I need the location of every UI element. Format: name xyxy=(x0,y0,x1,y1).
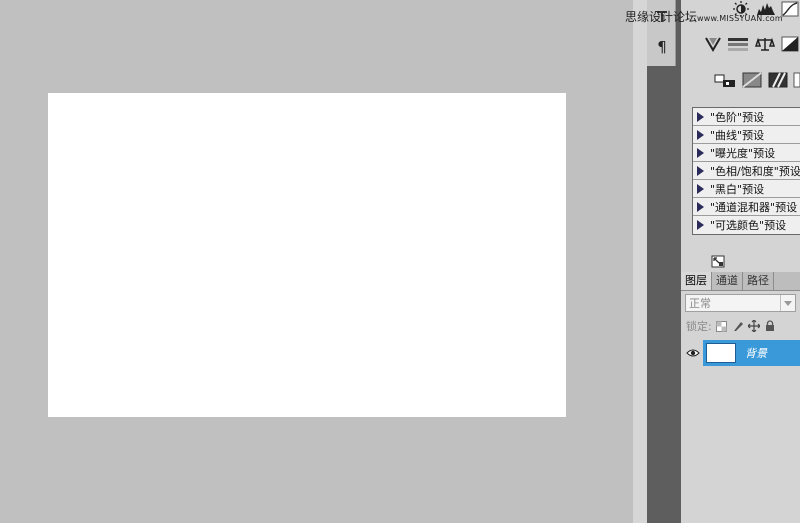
disclosure-triangle-icon xyxy=(697,183,704,194)
lock-label: 锁定: xyxy=(686,320,712,333)
preset-item-levels[interactable]: "色阶"预设 xyxy=(693,108,800,126)
preset-label: "曝光度"预设 xyxy=(710,146,776,160)
eye-icon xyxy=(686,349,700,357)
levels-icon[interactable] xyxy=(755,0,777,18)
paragraph-panel-button[interactable]: ¶ xyxy=(651,36,673,58)
tab-paths[interactable]: 路径 xyxy=(743,272,774,290)
watermark-site-name: 思缘设计论坛 xyxy=(625,10,698,24)
layer-thumbnail xyxy=(706,343,736,363)
canvas-area[interactable] xyxy=(0,0,633,523)
expand-view-button[interactable] xyxy=(711,255,725,268)
adjustment-presets-list: "色阶"预设 "曲线"预设 "曝光度"预设 "色相/饱和度"预设 "黑白"预设 … xyxy=(692,107,800,235)
document-canvas[interactable] xyxy=(48,93,566,417)
disclosure-triangle-icon xyxy=(697,129,704,140)
disclosure-triangle-icon xyxy=(697,220,704,230)
preset-label: "通道混和器"预设 xyxy=(710,200,798,214)
layer-row[interactable]: 背景 xyxy=(683,340,800,366)
blend-mode-value: 正常 xyxy=(689,297,711,310)
color-balance-icon[interactable] xyxy=(754,35,776,53)
blend-mode-select[interactable]: 正常 xyxy=(685,294,796,312)
collapsed-panel-strip xyxy=(647,0,681,523)
layer-name: 背景 xyxy=(745,347,767,360)
disclosure-triangle-icon xyxy=(697,165,704,176)
invert-icon[interactable] xyxy=(767,71,789,89)
paragraph-icon: ¶ xyxy=(657,38,667,56)
threshold-icon[interactable] xyxy=(793,71,800,89)
disclosure-triangle-icon xyxy=(697,111,704,122)
preset-item-black-white[interactable]: "黑白"预设 xyxy=(693,180,800,198)
photo-filter-icon[interactable] xyxy=(714,71,736,89)
layer-item-selected[interactable]: 背景 xyxy=(703,340,800,366)
preset-label: "黑白"预设 xyxy=(710,182,765,196)
curves-icon[interactable] xyxy=(780,0,800,18)
preset-item-exposure[interactable]: "曝光度"预设 xyxy=(693,144,800,162)
preset-item-selective-color[interactable]: "可选颜色"预设 xyxy=(693,216,800,234)
disclosure-triangle-icon xyxy=(697,201,704,212)
brightness-contrast-icon[interactable] xyxy=(730,0,752,18)
preset-label: "曲线"预设 xyxy=(710,128,765,142)
layers-panel-tabs: 图层 通道 路径 xyxy=(681,272,800,291)
panel-divider xyxy=(633,0,647,523)
lock-position-icon[interactable] xyxy=(747,319,761,333)
lock-row: 锁定: xyxy=(686,318,779,334)
hue-saturation-icon[interactable] xyxy=(727,35,749,53)
layer-visibility-toggle[interactable] xyxy=(683,340,703,366)
channel-mixer-icon[interactable] xyxy=(741,71,763,89)
lock-all-icon[interactable] xyxy=(763,319,777,333)
preset-label: "可选颜色"预设 xyxy=(710,219,787,232)
disclosure-triangle-icon xyxy=(697,147,704,158)
preset-item-curves[interactable]: "曲线"预设 xyxy=(693,126,800,144)
preset-item-channel-mixer[interactable]: "通道混和器"预设 xyxy=(693,198,800,216)
preset-label: "色相/饱和度"预设 xyxy=(710,164,800,178)
chevron-down-icon xyxy=(780,295,795,311)
lock-image-pixels-icon[interactable] xyxy=(731,319,745,333)
lock-transparent-pixels-icon[interactable] xyxy=(715,319,729,333)
tab-channels[interactable]: 通道 xyxy=(712,272,743,290)
black-white-icon[interactable] xyxy=(780,35,800,53)
tab-layers[interactable]: 图层 xyxy=(681,272,712,290)
preset-label: "色阶"预设 xyxy=(710,110,765,124)
vibrance-icon[interactable] xyxy=(702,35,724,53)
expand-view-icon xyxy=(711,255,725,268)
preset-item-hue-saturation[interactable]: "色相/饱和度"预设 xyxy=(693,162,800,180)
